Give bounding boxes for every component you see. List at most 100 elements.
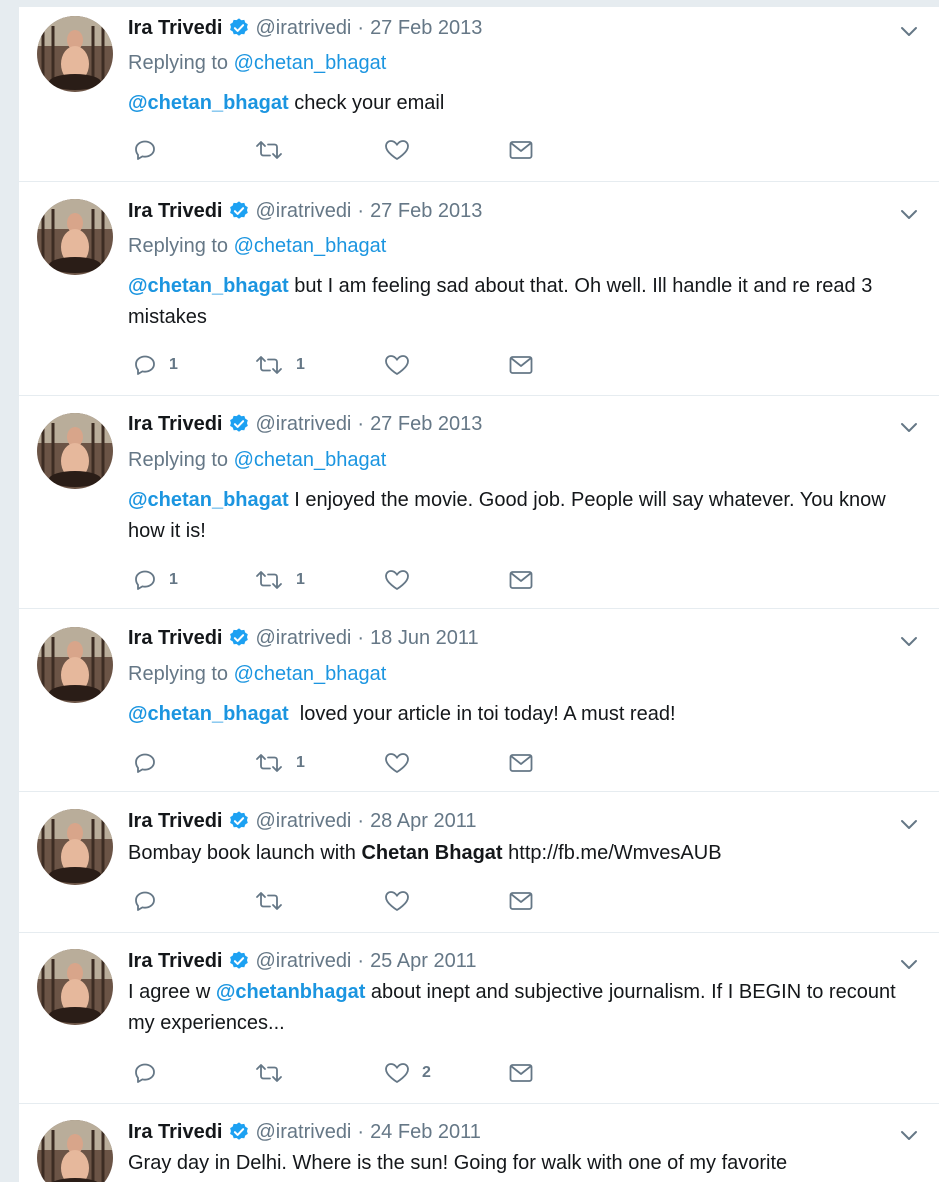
- tweet-actions: [128, 887, 628, 915]
- like-icon: [385, 753, 409, 773]
- reply-button[interactable]: [133, 887, 169, 915]
- handle[interactable]: @iratrivedi: [256, 627, 352, 650]
- verified-badge-icon: [228, 200, 250, 222]
- mention-link[interactable]: @chetan_bhagat: [128, 92, 289, 114]
- avatar[interactable]: [37, 199, 113, 275]
- avatar[interactable]: [37, 413, 113, 489]
- tweet[interactable]: Ira Trivedi @iratrivedi · 27 Feb 2013 Re…: [19, 396, 939, 609]
- mention-link[interactable]: @chetanbhagat: [216, 981, 366, 1003]
- separator-dot: ·: [357, 412, 365, 435]
- timestamp[interactable]: 27 Feb 2013: [370, 413, 482, 436]
- avatar[interactable]: [37, 16, 113, 92]
- tweet-actions: [128, 136, 628, 164]
- message-button[interactable]: [508, 1059, 534, 1087]
- timestamp[interactable]: 24 Feb 2011: [370, 1121, 481, 1144]
- timestamp[interactable]: 18 Jun 2011: [370, 627, 479, 650]
- like-button[interactable]: 2: [384, 1059, 431, 1087]
- timestamp[interactable]: 28 Apr 2011: [370, 810, 476, 833]
- display-name[interactable]: Ira Trivedi: [128, 950, 223, 973]
- timestamp[interactable]: 25 Apr 2011: [370, 950, 476, 973]
- tweet-text-content: loved your article in toi today! A must …: [288, 703, 676, 725]
- chevron-down-icon[interactable]: [899, 631, 919, 651]
- display-name[interactable]: Ira Trivedi: [128, 200, 223, 223]
- replying-to-link[interactable]: @chetan_bhagat: [234, 663, 387, 685]
- handle[interactable]: @iratrivedi: [256, 17, 352, 40]
- handle[interactable]: @iratrivedi: [256, 413, 352, 436]
- tweet-actions: 1 1: [128, 351, 628, 379]
- reply-button[interactable]: [133, 749, 169, 777]
- display-name[interactable]: Ira Trivedi: [128, 627, 223, 650]
- reply-icon: [135, 891, 155, 911]
- display-name[interactable]: Ira Trivedi: [128, 413, 223, 436]
- avatar[interactable]: [37, 809, 113, 885]
- reply-button[interactable]: [133, 1059, 169, 1087]
- display-name[interactable]: Ira Trivedi: [128, 17, 223, 40]
- handle[interactable]: @iratrivedi: [256, 950, 352, 973]
- display-name[interactable]: Ira Trivedi: [128, 1121, 223, 1144]
- tweet-text: @chetan_bhagat loved your article in toi…: [128, 699, 917, 730]
- message-button[interactable]: [508, 749, 534, 777]
- tweet[interactable]: Ira Trivedi @iratrivedi · 28 Apr 2011 Bo…: [19, 792, 939, 933]
- chevron-down-icon[interactable]: [899, 204, 919, 224]
- verified-badge-icon: [228, 413, 250, 435]
- tweet-header: Ira Trivedi @iratrivedi · 25 Apr 2011: [128, 947, 476, 975]
- display-name[interactable]: Ira Trivedi: [128, 810, 223, 833]
- replying-to-link[interactable]: @chetan_bhagat: [234, 52, 387, 74]
- mention-link[interactable]: @chetan_bhagat: [128, 489, 289, 511]
- avatar[interactable]: [37, 1120, 113, 1182]
- message-button[interactable]: [508, 136, 534, 164]
- chevron-down-icon[interactable]: [899, 417, 919, 437]
- retweet-button[interactable]: 1: [254, 566, 305, 594]
- timeline: Ira Trivedi @iratrivedi · 27 Feb 2013 Re…: [19, 6, 939, 1182]
- like-button[interactable]: [384, 887, 422, 915]
- mention-link[interactable]: @chetan_bhagat: [128, 275, 289, 297]
- message-button[interactable]: [508, 351, 534, 379]
- tweet[interactable]: Ira Trivedi @iratrivedi · 18 Jun 2011 Re…: [19, 609, 939, 792]
- tweet[interactable]: Ira Trivedi @iratrivedi · 24 Feb 2011 Gr…: [19, 1104, 939, 1182]
- retweet-button[interactable]: 1: [254, 351, 305, 379]
- reply-count: 1: [169, 571, 178, 588]
- reply-button[interactable]: [133, 136, 169, 164]
- replying-prefix: Replying to: [128, 235, 229, 257]
- handle[interactable]: @iratrivedi: [256, 200, 352, 223]
- timestamp[interactable]: 27 Feb 2013: [370, 200, 482, 223]
- like-button[interactable]: [384, 749, 422, 777]
- message-button[interactable]: [508, 887, 534, 915]
- tweet-text: @chetan_bhagat check your email: [128, 88, 917, 119]
- handle[interactable]: @iratrivedi: [256, 1121, 352, 1144]
- chevron-down-icon[interactable]: [899, 814, 919, 834]
- reply-icon: [135, 140, 155, 160]
- tweet[interactable]: Ira Trivedi @iratrivedi · 25 Apr 2011 I …: [19, 933, 939, 1104]
- retweet-button[interactable]: [254, 887, 296, 915]
- like-button[interactable]: [384, 566, 422, 594]
- retweet-count: 1: [296, 356, 305, 373]
- separator-dot: ·: [357, 949, 365, 972]
- like-button[interactable]: [384, 136, 422, 164]
- avatar[interactable]: [37, 627, 113, 703]
- message-icon: [509, 754, 533, 772]
- handle[interactable]: @iratrivedi: [256, 810, 352, 833]
- separator-dot: ·: [357, 16, 365, 39]
- message-button[interactable]: [508, 566, 534, 594]
- mention-link[interactable]: @chetan_bhagat: [128, 703, 289, 725]
- chevron-down-icon[interactable]: [899, 1125, 919, 1145]
- retweet-button[interactable]: 1: [254, 749, 305, 777]
- like-button[interactable]: [384, 351, 422, 379]
- tweet-header: Ira Trivedi @iratrivedi · 27 Feb 2013: [128, 410, 482, 438]
- tweet-text-before: I agree w: [128, 981, 216, 1003]
- tweet-header: Ira Trivedi @iratrivedi · 24 Feb 2011: [128, 1118, 481, 1146]
- chevron-down-icon[interactable]: [899, 21, 919, 41]
- replying-to-link[interactable]: @chetan_bhagat: [234, 235, 387, 257]
- chevron-down-icon[interactable]: [899, 954, 919, 974]
- reply-button[interactable]: 1: [133, 566, 178, 594]
- reply-button[interactable]: 1: [133, 351, 178, 379]
- replying-to-link[interactable]: @chetan_bhagat: [234, 449, 387, 471]
- retweet-button[interactable]: [254, 1059, 296, 1087]
- message-icon: [509, 1064, 533, 1082]
- like-icon: [385, 891, 409, 911]
- tweet[interactable]: Ira Trivedi @iratrivedi · 27 Feb 2013 Re…: [19, 7, 939, 182]
- tweet[interactable]: Ira Trivedi @iratrivedi · 27 Feb 2013 Re…: [19, 182, 939, 396]
- timestamp[interactable]: 27 Feb 2013: [370, 17, 482, 40]
- retweet-button[interactable]: [254, 136, 296, 164]
- avatar[interactable]: [37, 949, 113, 1025]
